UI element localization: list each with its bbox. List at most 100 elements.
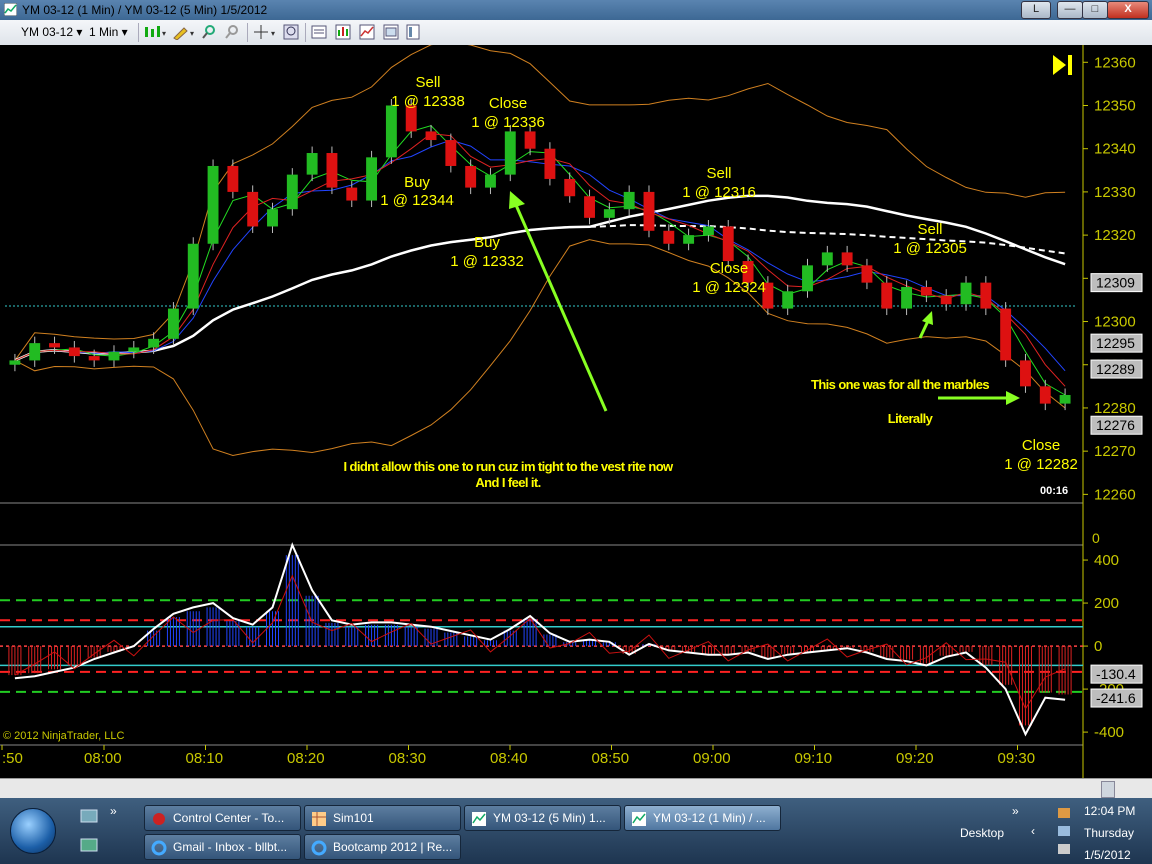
scroll-to-end-icon[interactable] bbox=[1053, 55, 1072, 75]
comment-feel-it: And I feel it. bbox=[475, 475, 540, 490]
candle bbox=[980, 282, 992, 309]
toolbar-divider bbox=[138, 23, 139, 42]
indicator-marker: -241.6 bbox=[1090, 688, 1143, 708]
indicators-icon[interactable] bbox=[335, 24, 351, 40]
drawing-tool-icon[interactable]: ▾ bbox=[172, 24, 198, 40]
candle bbox=[623, 191, 635, 210]
chart-window-icon bbox=[632, 811, 646, 826]
annotation-sell-2-price: 1 @ 12316 bbox=[682, 184, 756, 201]
time-tick-label: 08:00 bbox=[84, 750, 122, 767]
toolbar-divider bbox=[305, 23, 306, 42]
candle bbox=[1020, 360, 1031, 387]
minimize-button[interactable]: — bbox=[1057, 1, 1083, 19]
taskbar-sim101[interactable]: Sim101 bbox=[304, 805, 461, 831]
time-tick-label: 09:30 bbox=[998, 750, 1036, 767]
chart-canvas[interactable]: 1236012350123401233012320123101230012290… bbox=[0, 41, 1152, 778]
price-marker: 12309 bbox=[1090, 273, 1143, 293]
maximize-button[interactable]: □ bbox=[1082, 1, 1108, 19]
comment-tight-to-vest: I didnt allow this one to run cuz im tig… bbox=[343, 459, 674, 474]
price-tick-label: 12300 bbox=[1094, 314, 1136, 331]
time-tick-label: :50 bbox=[2, 750, 23, 767]
data-box-icon[interactable] bbox=[311, 24, 327, 40]
candle bbox=[584, 196, 595, 218]
template-icon[interactable] bbox=[405, 24, 421, 40]
scrollbar-thumb[interactable] bbox=[1101, 781, 1115, 798]
taskbar-bootcamp[interactable]: Bootcamp 2012 | Re... bbox=[304, 834, 461, 860]
show-desktop-icon[interactable] bbox=[80, 809, 98, 824]
candle bbox=[425, 131, 437, 141]
candle bbox=[1059, 394, 1071, 404]
candle bbox=[267, 209, 278, 227]
price-axis: 1236012350123401233012320123101230012290… bbox=[1083, 54, 1143, 503]
price-marker: 12276 bbox=[1090, 415, 1143, 435]
switch-windows-icon[interactable] bbox=[80, 838, 98, 853]
crosshair-icon[interactable]: ▾ bbox=[253, 24, 279, 40]
taskbar-chart-5min[interactable]: YM 03-12 (5 Min) 1... bbox=[464, 805, 621, 831]
time-tick-label: 08:40 bbox=[490, 750, 528, 767]
quicklaunch-chevron[interactable]: » bbox=[110, 804, 117, 818]
annotation-buy-2-title: Buy bbox=[474, 234, 500, 251]
bar-type-icon[interactable]: ▾ bbox=[143, 24, 167, 40]
candle bbox=[88, 356, 100, 361]
window-title: YM 03-12 (1 Min) / YM 03-12 (5 Min) 1/5/… bbox=[22, 3, 268, 17]
price-tick-label: 12340 bbox=[1094, 141, 1136, 158]
clock-day[interactable]: Thursday bbox=[1084, 826, 1134, 840]
copyright-notice: © 2012 NinjaTrader, LLC bbox=[3, 730, 124, 742]
svg-text:▾: ▾ bbox=[162, 29, 166, 38]
chart-toolbar: YM 03-12 ▾ 1 Min ▾ ▾ ▾ ▾ bbox=[0, 20, 1152, 46]
comment-all-the-marbles: This one was for all the marbles bbox=[811, 377, 989, 392]
taskbar-chevron[interactable]: » bbox=[1012, 804, 1019, 818]
svg-text:12289: 12289 bbox=[1096, 361, 1135, 377]
comment-literally: Literally bbox=[888, 411, 934, 426]
candle bbox=[346, 187, 358, 201]
magnifier-icon[interactable] bbox=[283, 24, 299, 40]
candle bbox=[663, 230, 675, 244]
candle bbox=[683, 235, 695, 244]
time-tick-label: 09:00 bbox=[693, 750, 731, 767]
bar-timer: 00:16 bbox=[1040, 485, 1068, 497]
interval-selector[interactable]: 1 Min ▾ bbox=[86, 24, 131, 40]
tray-expand-icon[interactable]: ‹ bbox=[1031, 824, 1035, 838]
taskbar-chart-1min[interactable]: YM 03-12 (1 Min) / ... bbox=[624, 805, 781, 831]
properties-icon[interactable] bbox=[383, 24, 399, 40]
candle bbox=[524, 131, 536, 149]
candle bbox=[821, 252, 833, 266]
annotation-buy-1-title: Buy bbox=[404, 174, 430, 191]
chart-area[interactable]: 1236012350123401233012320123101230012290… bbox=[0, 41, 1152, 798]
chart-horizontal-scrollbar[interactable] bbox=[0, 778, 1152, 799]
tray-icons[interactable] bbox=[1056, 806, 1072, 858]
indicator-tick-label: 200 bbox=[1094, 595, 1119, 612]
link-button[interactable]: L bbox=[1021, 1, 1051, 19]
candle bbox=[1039, 386, 1051, 404]
zoom-out-icon[interactable] bbox=[224, 24, 240, 40]
annotation-sell-1-price: 1 @ 12338 bbox=[391, 93, 465, 110]
candle bbox=[167, 308, 179, 339]
chart-app-icon bbox=[4, 3, 17, 16]
taskbar-gmail[interactable]: Gmail - Inbox - bllbt... bbox=[144, 834, 301, 860]
candle bbox=[841, 252, 853, 266]
candle bbox=[920, 286, 932, 296]
taskbar-item-label: Control Center - To... bbox=[173, 811, 285, 825]
window-title-bar: YM 03-12 (1 Min) / YM 03-12 (5 Min) 1/5/… bbox=[0, 0, 1152, 20]
indicator-axis: 4002000-200-400-130.4-241.6 bbox=[1083, 552, 1143, 741]
candle bbox=[286, 174, 298, 210]
taskbar-control-center[interactable]: Control Center - To... bbox=[144, 805, 301, 831]
time-tick-label: 08:30 bbox=[389, 750, 427, 767]
candle bbox=[881, 282, 893, 309]
time-tick-label: 08:20 bbox=[287, 750, 325, 767]
desktop-toolbar-label[interactable]: Desktop bbox=[960, 826, 1004, 840]
strategies-icon[interactable] bbox=[359, 24, 375, 40]
zoom-in-icon[interactable] bbox=[201, 24, 217, 40]
close-button[interactable]: X bbox=[1107, 1, 1149, 19]
clock-date[interactable]: 1/5/2012 bbox=[1084, 848, 1131, 862]
taskbar-item-label: Bootcamp 2012 | Re... bbox=[333, 840, 453, 854]
time-tick-label: 08:50 bbox=[592, 750, 630, 767]
oscillator-signal-line bbox=[14, 574, 1066, 710]
candle bbox=[227, 165, 239, 192]
instrument-selector[interactable]: YM 03-12 ▾ bbox=[18, 24, 85, 40]
annotation-sell-3-price: 1 @ 12305 bbox=[893, 240, 967, 257]
start-button[interactable] bbox=[10, 808, 56, 854]
annotation-close-1-title: Close bbox=[489, 95, 527, 112]
indicator-tick-label: 0 bbox=[1094, 638, 1102, 655]
clock-time[interactable]: 12:04 PM bbox=[1084, 804, 1135, 818]
